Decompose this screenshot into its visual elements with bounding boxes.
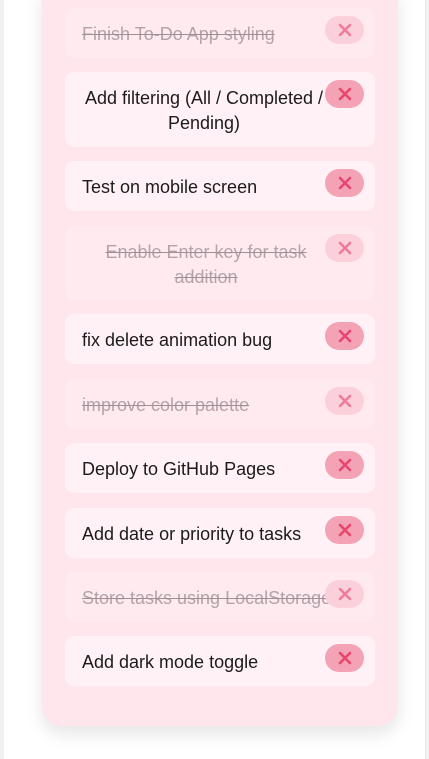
delete-button[interactable] xyxy=(325,169,364,197)
delete-button[interactable] xyxy=(325,80,364,108)
close-icon xyxy=(338,587,351,601)
close-icon xyxy=(338,651,351,665)
task-item[interactable]: fix delete animation bug xyxy=(65,314,375,364)
left-edge xyxy=(0,0,4,759)
close-icon xyxy=(338,458,351,472)
task-item[interactable]: Deploy to GitHub Pages xyxy=(65,443,375,493)
page: Finish To-Do App styling Add filtering (… xyxy=(0,0,426,759)
task-text: Add date or priority to tasks xyxy=(82,524,302,544)
delete-button[interactable] xyxy=(325,234,364,262)
task-item[interactable]: Finish To-Do App styling xyxy=(65,8,375,58)
task-text: fix delete animation bug xyxy=(82,330,273,350)
task-item[interactable]: Add filtering (All / Completed / Pending… xyxy=(65,72,375,147)
close-icon xyxy=(338,241,351,255)
task-item[interactable]: Store tasks using LocalStorage xyxy=(65,572,375,622)
delete-button[interactable] xyxy=(325,644,364,672)
close-icon xyxy=(338,23,351,37)
close-icon xyxy=(338,176,351,190)
task-item[interactable]: Add date or priority to tasks xyxy=(65,508,375,558)
task-item[interactable]: improve color palette xyxy=(65,379,375,429)
task-item[interactable]: Test on mobile screen xyxy=(65,161,375,211)
task-text: Test on mobile screen xyxy=(82,177,258,197)
delete-button[interactable] xyxy=(325,580,364,608)
delete-button[interactable] xyxy=(325,451,364,479)
close-icon xyxy=(338,87,351,101)
task-text: Add filtering (All / Completed / Pending… xyxy=(84,88,324,133)
task-text: Store tasks using LocalStorage xyxy=(82,588,332,608)
task-text: Finish To-Do App styling xyxy=(82,24,275,44)
close-icon xyxy=(338,394,351,408)
task-text: Add dark mode toggle xyxy=(82,652,259,672)
close-icon xyxy=(338,329,351,343)
task-text: Deploy to GitHub Pages xyxy=(82,459,276,479)
task-text: improve color palette xyxy=(82,395,250,415)
delete-button[interactable] xyxy=(325,16,364,44)
task-text: Enable Enter key for task addition xyxy=(105,242,307,287)
task-item[interactable]: Add dark mode toggle xyxy=(65,636,375,686)
task-item[interactable]: Enable Enter key for task addition xyxy=(65,226,375,300)
delete-button[interactable] xyxy=(325,322,364,350)
close-icon xyxy=(338,523,351,537)
delete-button[interactable] xyxy=(325,516,364,544)
delete-button[interactable] xyxy=(325,387,364,415)
